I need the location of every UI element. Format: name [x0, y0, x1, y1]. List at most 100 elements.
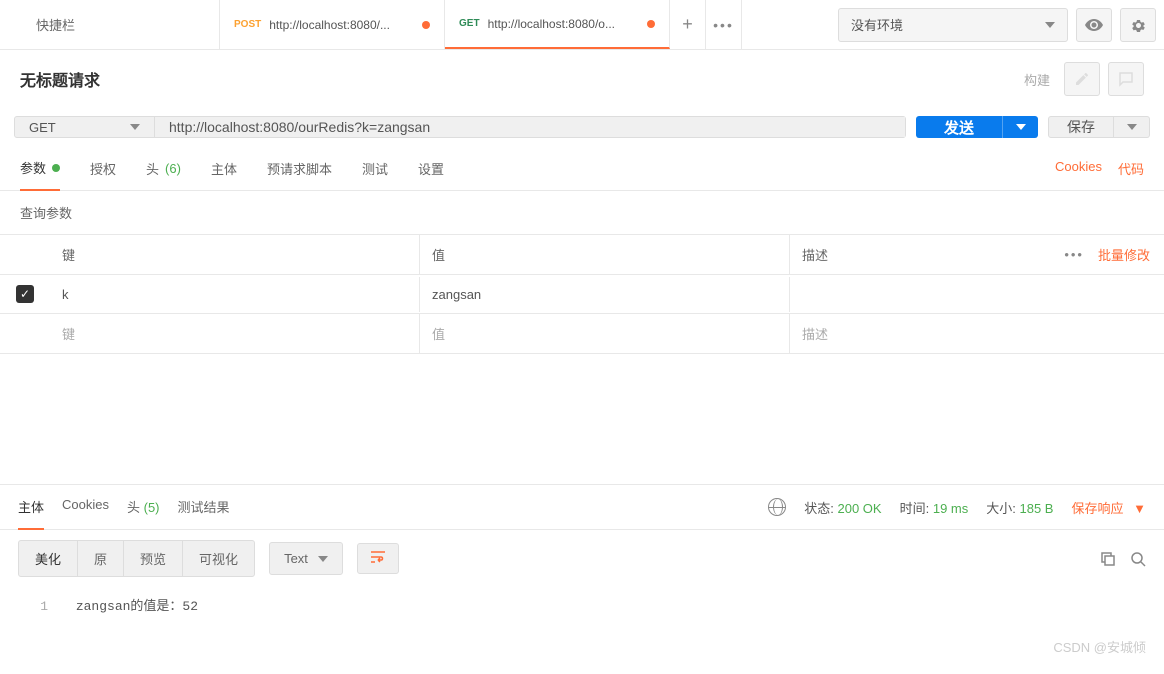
resp-tab-body[interactable]: 主体 [18, 485, 44, 530]
quick-tab[interactable]: 快捷栏 [0, 0, 220, 49]
param-desc-placeholder[interactable]: 描述 [790, 314, 1164, 353]
query-params-label: 查询参数 [0, 191, 1164, 234]
view-tab-raw[interactable]: 原 [78, 541, 124, 576]
param-value-cell[interactable]: zangsan [420, 277, 790, 312]
unsaved-dot-icon [422, 21, 430, 29]
params-row[interactable]: ✓ k zangsan [0, 275, 1164, 314]
response-status-row: 状态: 200 OK 时间: 19 ms 大小: 185 B 保存响应 ▼ [768, 498, 1146, 517]
add-tab-button[interactable]: + [670, 0, 706, 50]
tab-body[interactable]: 主体 [211, 146, 237, 190]
request-tabs-right: Cookies 代码 [1055, 159, 1144, 178]
environment-label: 没有环境 [851, 15, 903, 34]
title-row: 无标题请求 构建 [0, 50, 1164, 108]
send-dropdown[interactable] [1002, 116, 1038, 138]
cookies-link[interactable]: Cookies [1055, 159, 1102, 178]
param-key-cell[interactable]: k [50, 277, 420, 312]
save-dropdown[interactable] [1114, 116, 1150, 138]
active-dot-icon [52, 164, 60, 172]
param-key-placeholder[interactable]: 键 [50, 314, 420, 353]
tab-authorization[interactable]: 授权 [90, 146, 116, 190]
tab-prerequest[interactable]: 预请求脚本 [267, 146, 332, 190]
params-empty-space [0, 354, 1164, 484]
time-block: 时间: 19 ms [900, 498, 969, 517]
col-check [0, 245, 50, 265]
save-button[interactable]: 保存 [1048, 116, 1114, 138]
build-label[interactable]: 构建 [1024, 70, 1050, 89]
size-block: 大小: 185 B [986, 498, 1053, 517]
line-number: 1 [18, 599, 48, 614]
tab-url-label: http://localhost:8080/o... [488, 17, 641, 31]
tab-tests[interactable]: 测试 [362, 146, 388, 190]
response-tabs: 主体 Cookies 头 (5) 测试结果 [18, 485, 230, 529]
params-table: 键 值 描述 ••• 批量修改 ✓ k zangsan 键 值 描述 [0, 234, 1164, 354]
format-select[interactable]: Text [269, 542, 343, 575]
view-tab-preview[interactable]: 预览 [124, 541, 183, 576]
environment-section: 没有环境 [830, 0, 1164, 49]
eye-icon [1085, 19, 1103, 31]
gear-icon [1130, 17, 1146, 33]
save-response-link[interactable]: 保存响应 ▼ [1071, 498, 1146, 517]
view-tab-visualize[interactable]: 可视化 [183, 541, 254, 576]
request-tabs-row: 参数 授权 头 (6) 主体 预请求脚本 测试 设置 Cookies 代码 [0, 146, 1164, 191]
pencil-icon [1074, 71, 1090, 87]
response-tabs-row: 主体 Cookies 头 (5) 测试结果 状态: 200 OK 时间: 19 … [0, 484, 1164, 530]
unsaved-dot-icon [647, 20, 655, 28]
wrap-icon [370, 550, 386, 564]
resp-tab-headers-count: (5) [144, 500, 160, 515]
param-value-placeholder[interactable]: 值 [420, 314, 790, 353]
response-body[interactable]: 1 zangsan的值是：52 [0, 587, 1164, 622]
params-header: 键 值 描述 ••• 批量修改 [0, 235, 1164, 275]
tab-params[interactable]: 参数 [20, 146, 60, 191]
send-button[interactable]: 发送 [916, 116, 1002, 138]
params-header-actions: ••• 批量修改 [1064, 245, 1164, 264]
tab-method-label: POST [234, 19, 261, 30]
info-button[interactable] [1108, 62, 1144, 96]
request-title[interactable]: 无标题请求 [20, 67, 100, 91]
tab-post-request[interactable]: POST http://localhost:8080/... [220, 0, 445, 49]
col-desc-header: 描述 [790, 235, 1064, 274]
url-input[interactable] [155, 117, 905, 137]
title-actions: 构建 [1024, 62, 1144, 96]
param-checkbox-cell [0, 324, 50, 344]
more-tabs-button[interactable]: ••• [706, 0, 742, 50]
wrap-lines-button[interactable] [357, 543, 399, 574]
tab-settings[interactable]: 设置 [418, 146, 444, 190]
param-checkbox-cell: ✓ [0, 275, 50, 313]
response-text: zangsan的值是：52 [76, 599, 198, 614]
request-tabs: 参数 授权 头 (6) 主体 预请求脚本 测试 设置 [20, 146, 444, 190]
save-group: 保存 [1048, 116, 1150, 138]
method-url-group: GET [14, 116, 906, 138]
code-link[interactable]: 代码 [1118, 159, 1144, 178]
chevron-down-icon [1127, 124, 1137, 130]
search-icon[interactable] [1130, 551, 1146, 567]
view-environment-button[interactable] [1076, 8, 1112, 42]
request-row: GET 发送 保存 [0, 108, 1164, 146]
resp-tab-cookies[interactable]: Cookies [62, 485, 109, 529]
settings-button[interactable] [1120, 8, 1156, 42]
resp-tab-headers[interactable]: 头 (5) [127, 485, 160, 529]
globe-icon[interactable] [768, 498, 786, 516]
tab-headers[interactable]: 头 (6) [146, 146, 181, 190]
view-tab-group: 美化 原 预览 可视化 [18, 540, 255, 577]
status-block: 状态: 200 OK [804, 498, 881, 517]
more-icon[interactable]: ••• [1064, 247, 1084, 262]
copy-icon[interactable] [1100, 551, 1116, 567]
chevron-down-icon [1016, 124, 1026, 130]
method-select[interactable]: GET [15, 117, 155, 137]
param-checkbox[interactable]: ✓ [16, 285, 34, 303]
size-label: 大小: [986, 501, 1016, 516]
chevron-down-icon [130, 124, 140, 130]
params-row-new[interactable]: 键 值 描述 [0, 314, 1164, 354]
format-label: Text [284, 551, 308, 566]
status-label: 状态: [804, 501, 834, 516]
environment-select[interactable]: 没有环境 [838, 8, 1068, 42]
time-value: 19 ms [933, 501, 968, 516]
param-desc-cell[interactable] [790, 284, 1164, 304]
resp-tab-tests[interactable]: 测试结果 [178, 485, 230, 529]
send-group: 发送 [916, 116, 1038, 138]
tab-headers-label: 头 [146, 159, 159, 178]
tab-get-request[interactable]: GET http://localhost:8080/o... [445, 0, 670, 49]
view-tab-pretty[interactable]: 美化 [19, 541, 78, 576]
comments-button[interactable] [1064, 62, 1100, 96]
bulk-edit-link[interactable]: 批量修改 [1098, 245, 1150, 264]
